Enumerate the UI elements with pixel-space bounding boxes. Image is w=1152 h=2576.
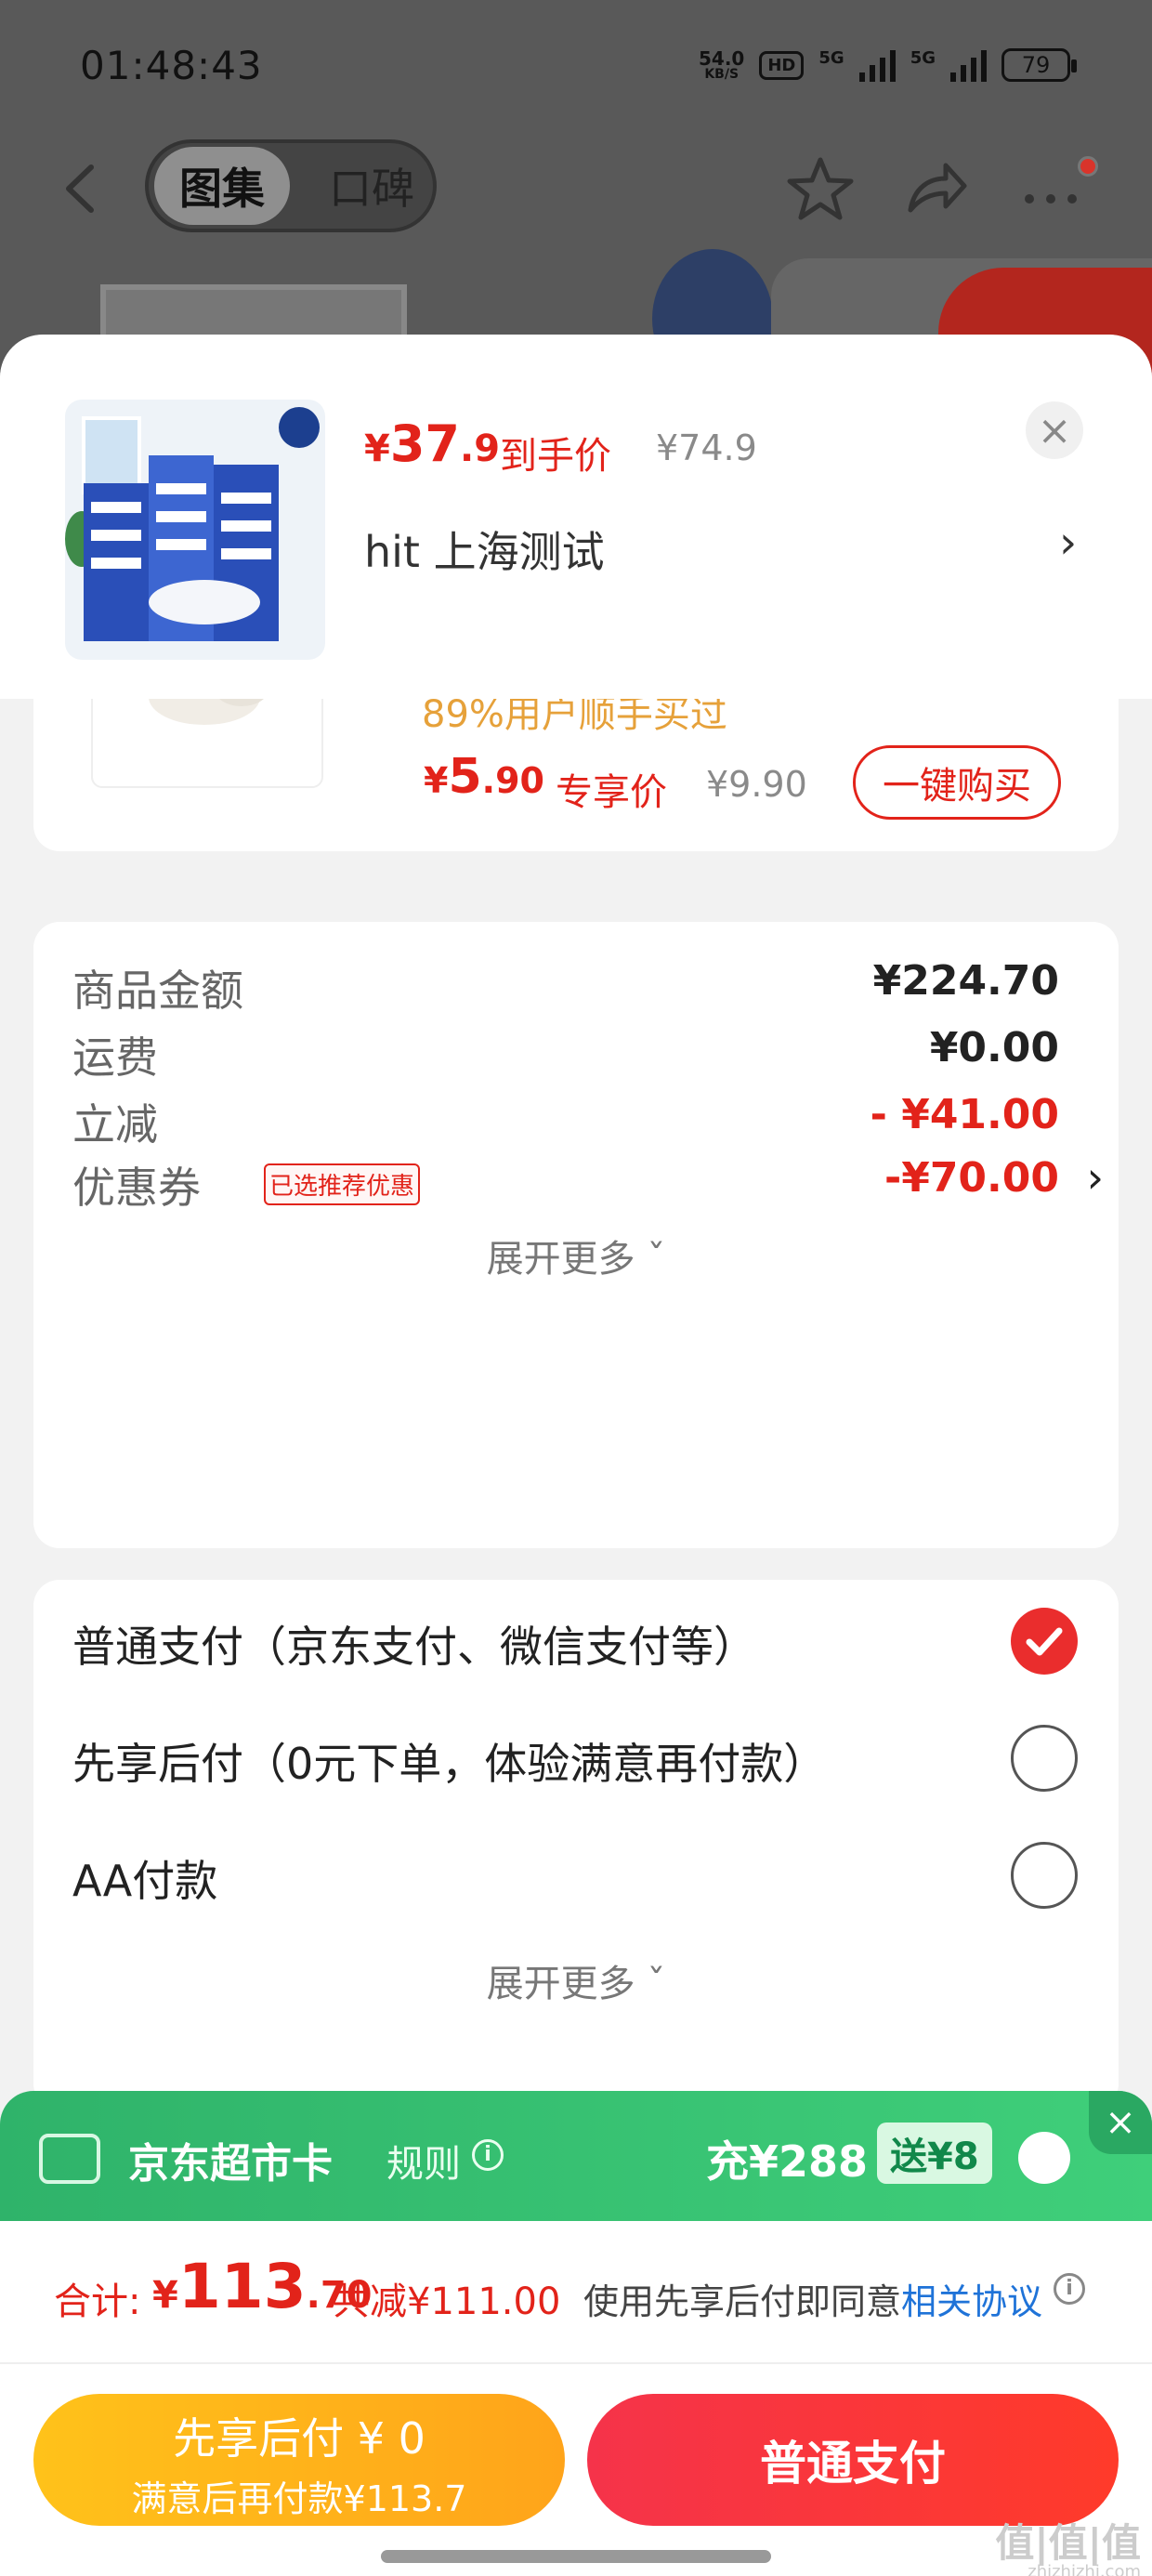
pay-option-later[interactable]: 先享后付（0元下单，体验满意再付款） [72, 1721, 1085, 1795]
coupon-badge: 已选推荐优惠 [264, 1163, 421, 1205]
hd-icon: HD [759, 50, 805, 80]
shipping-label: 运费 [72, 1032, 158, 1083]
addon-original-price: ¥9.90 [706, 764, 807, 805]
supermarket-card-bar: 京东超市卡 规则 i 充¥288 送¥8 × [0, 2091, 1152, 2230]
agreement-link[interactable]: 相关协议 [901, 2281, 1042, 2322]
chevron-right-icon[interactable]: › [1059, 517, 1077, 569]
card-gift-badge: 送¥8 [877, 2123, 992, 2184]
radio-icon[interactable] [1011, 1725, 1078, 1792]
radio-checked-icon[interactable] [1011, 1608, 1078, 1675]
status-indicators: 54.0 KB/S HD 5G 5G 79 [699, 47, 1077, 82]
coupon-label: 优惠券 [72, 1163, 201, 1213]
pay-option-label: 先享后付（0元下单，体验满意再付款） [72, 1739, 827, 1789]
sim2-label: 5G [910, 48, 936, 68]
close-button[interactable]: × [1026, 401, 1083, 459]
info-icon[interactable]: i [1054, 2273, 1085, 2305]
goods-amount-row: 商品金额 ¥224.70 [72, 957, 1085, 1016]
notification-dot [1078, 156, 1098, 177]
normal-pay-button[interactable]: 普通支付 [587, 2394, 1119, 2526]
close-icon[interactable]: × [1089, 2091, 1152, 2154]
status-time: 01:48:43 [80, 43, 263, 88]
discount-row: 立减 - ¥41.00 [72, 1091, 1085, 1150]
coupon-value: -¥70.00 [884, 1154, 1059, 1202]
watermark-logo: 值|值|值 zhizhizhi.com [995, 2520, 1141, 2576]
final-price-label: 到手价 [500, 435, 611, 478]
card-title: 京东超市卡 [128, 2140, 333, 2188]
tab-gallery[interactable]: 图集 [154, 147, 290, 225]
discount-value: - ¥41.00 [870, 1091, 1059, 1138]
share-icon[interactable] [901, 154, 970, 223]
net-speed: 54.0 KB/S [699, 47, 745, 82]
agreement-text: 使用先享后付即同意相关协议 [583, 2281, 1043, 2322]
info-icon: i [472, 2139, 504, 2171]
final-price: ¥37.9 [364, 414, 501, 473]
pay-option-label: AA付款 [72, 1856, 218, 1906]
addon-price-label: 专享价 [556, 771, 667, 814]
pay-later-button[interactable]: 先享后付 ¥ 0 满意后再付款¥113.7 [33, 2394, 565, 2526]
signal-icon-2 [950, 48, 987, 82]
delivery-address[interactable]: hit 上海测试 [364, 519, 605, 580]
star-icon[interactable] [786, 154, 855, 223]
payment-method-card: 普通支付（京东支付、微信支付等） 先享后付（0元下单，体验满意再付款） AA付款… [33, 1580, 1119, 2109]
expand-more-button[interactable]: 展开更多 ˇ [33, 1229, 1119, 1282]
shipping-value: ¥0.00 [929, 1024, 1059, 1071]
original-price: ¥74.9 [656, 427, 757, 468]
battery-icon: 79 [1001, 48, 1077, 82]
pay-option-label: 普通支付（京东支付、微信支付等） [72, 1622, 756, 1672]
card-charge-amount: 充¥288 [706, 2136, 869, 2187]
product-thumbnail [65, 400, 325, 660]
status-bar: 01:48:43 54.0 KB/S HD 5G 5G 79 [0, 0, 1152, 130]
one-click-buy-button[interactable]: 一键购买 [853, 745, 1061, 820]
sim1-label: 5G [818, 48, 844, 68]
radio-icon[interactable] [1011, 1842, 1078, 1909]
product-header: ¥37.9 到手价 ¥74.9 × hit 上海测试 › [0, 335, 1152, 699]
total-reduction: 共减¥111.00 [333, 2280, 561, 2323]
more-icon[interactable] [1016, 154, 1085, 223]
pay-option-normal[interactable]: 普通支付（京东支付、微信支付等） [72, 1604, 1085, 1678]
cost-summary-card: 商品金额 ¥224.70 运费 ¥0.00 立减 - ¥41.00 优惠券 已选… [33, 922, 1119, 1548]
home-indicator[interactable] [381, 2550, 771, 2563]
addon-price: ¥5.90 [424, 749, 544, 805]
coupon-row[interactable]: 优惠券 已选推荐优惠 -¥70.00 › [72, 1152, 1104, 1213]
expand-more-button[interactable]: 展开更多 ˇ [33, 1953, 1119, 2007]
back-icon[interactable] [56, 156, 102, 221]
card-icon [39, 2134, 100, 2184]
signal-icon [858, 48, 896, 82]
pay-option-aa[interactable]: AA付款 [72, 1838, 1085, 1912]
chevron-right-icon[interactable]: › [1087, 1152, 1104, 1203]
tab-reviews[interactable]: 口碑 [307, 147, 437, 225]
total-label: 合计: [54, 2280, 141, 2323]
card-rule-link[interactable]: 规则 i [386, 2134, 504, 2188]
checkout-footer: 合计: ¥113.70 共减¥111.00 使用先享后付即同意相关协议 i 先享… [0, 2221, 1152, 2576]
shipping-row: 运费 ¥0.00 [72, 1024, 1085, 1083]
background-page: 01:48:43 54.0 KB/S HD 5G 5G 79 图集 口碑 [0, 0, 1152, 398]
goods-amount-value: ¥224.70 [872, 957, 1059, 1005]
goods-amount-label: 商品金额 [72, 966, 243, 1016]
total-row: 合计: ¥113.70 共减¥111.00 使用先享后付即同意相关协议 i [0, 2221, 1152, 2364]
discount-label: 立减 [72, 1099, 158, 1150]
card-radio-icon[interactable] [1018, 2132, 1070, 2184]
